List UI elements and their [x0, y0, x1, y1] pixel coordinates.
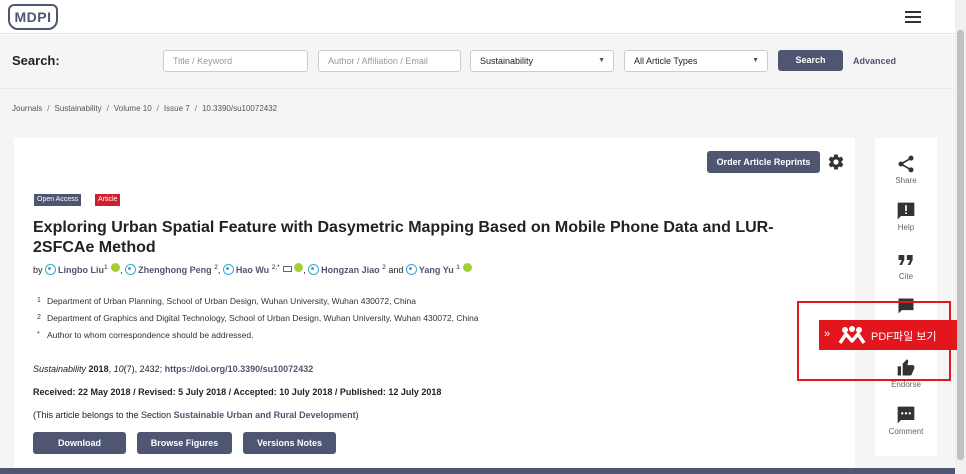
breadcrumb-separator: /: [194, 104, 197, 113]
section-note: (This article belongs to the Section Sus…: [33, 410, 359, 420]
search-button[interactable]: Search: [778, 50, 843, 71]
orcid-icon[interactable]: [463, 263, 473, 272]
browse-figures-button[interactable]: Browse Figures: [137, 432, 232, 454]
share-button[interactable]: Share: [875, 154, 937, 185]
pdf-viewer-logo-icon: [838, 326, 866, 344]
author-name[interactable]: Zhenghong Peng: [138, 265, 212, 275]
cite-button[interactable]: Cite: [875, 250, 937, 281]
site-header: MDPI: [0, 0, 955, 34]
author-affiliation-input[interactable]: [318, 50, 461, 72]
author-list: by Lingbo Liu1 , Zhenghong Peng 2, Hao W…: [33, 263, 473, 275]
author-3[interactable]: Hao Wu 2,*: [222, 263, 304, 275]
affiliation-text: Author to whom correspondence should be …: [47, 330, 254, 340]
share-icon: [898, 155, 914, 173]
author-1[interactable]: Lingbo Liu1: [45, 263, 121, 275]
person-icon: [308, 264, 320, 275]
cite-label: Cite: [898, 272, 914, 281]
share-label: Share: [895, 176, 917, 185]
help-icon: [897, 202, 915, 220]
breadcrumb: Journals / Sustainability / Volume 10 / Issue …: [0, 88, 955, 126]
citation-line: Sustainability 2018, 10(7), 2432; https:…: [33, 364, 314, 374]
author-name[interactable]: Hongzan Jiao: [321, 265, 380, 275]
breadcrumb-separator: /: [156, 104, 159, 113]
chevron-right-icon: »: [824, 328, 831, 340]
author-name[interactable]: Hao Wu: [236, 265, 269, 275]
affiliation-mark: 2: [37, 314, 41, 321]
bottom-bar: [0, 468, 955, 474]
author-sup: 1: [456, 264, 460, 271]
open-access-badge: Open Access: [34, 194, 82, 206]
article-type-badge: Article: [95, 194, 121, 206]
orcid-icon[interactable]: [111, 263, 121, 272]
versions-notes-button[interactable]: Versions Notes: [243, 432, 336, 454]
journal-select-value: Sustainability: [480, 56, 534, 66]
endorse-label: Endorse: [891, 380, 921, 389]
author-name[interactable]: Lingbo Liu: [58, 265, 104, 275]
comment-icon: [897, 406, 915, 424]
doi-link[interactable]: https://doi.org/10.3390/su10072432: [165, 364, 314, 374]
person-icon: [405, 264, 417, 275]
breadcrumb-issue[interactable]: Issue 7: [164, 104, 190, 113]
pdf-view-button[interactable]: » PDF파일 보기: [819, 320, 957, 350]
help-button[interactable]: Help: [875, 201, 937, 232]
title-keyword-input[interactable]: [163, 50, 308, 72]
order-reprints-button[interactable]: Order Article Reprints: [707, 151, 820, 173]
help-label: Help: [897, 223, 915, 232]
section-note-suffix: ): [355, 410, 359, 420]
chevron-down-icon: ▼: [598, 57, 605, 64]
breadcrumb-volume[interactable]: Volume 10: [114, 104, 152, 113]
download-button[interactable]: Download: [33, 432, 126, 454]
person-icon: [45, 264, 57, 275]
breadcrumb-separator: /: [47, 104, 50, 113]
advanced-search-link[interactable]: Advanced: [853, 56, 896, 66]
author-sup: 2,*: [271, 264, 280, 271]
breadcrumb-journal[interactable]: Sustainability: [54, 104, 101, 113]
mdpi-logo[interactable]: MDPI: [8, 4, 58, 30]
article-type-select[interactable]: All Article Types ▼: [624, 50, 768, 72]
affiliation-mark: 1: [37, 297, 41, 304]
citation-volume: 10: [113, 364, 124, 374]
article-title: Exploring Urban Spatial Feature with Das…: [33, 219, 774, 256]
section-link[interactable]: Sustainable Urban and Rural Development: [174, 410, 356, 420]
affiliation-text: Department of Graphics and Digital Techn…: [47, 313, 479, 323]
gear-icon[interactable]: [827, 153, 845, 171]
search-label: Search:: [12, 53, 60, 68]
breadcrumb-doi: 10.3390/su10072432: [201, 104, 278, 113]
citation-rest: (7), 2432;: [123, 364, 165, 374]
section-note-prefix: (This article belongs to the Section: [33, 410, 174, 420]
menu-icon[interactable]: [905, 11, 921, 23]
author-5[interactable]: Yang Yu 1: [405, 263, 473, 275]
orcid-icon[interactable]: [294, 263, 304, 272]
person-icon: [222, 264, 234, 275]
scrollbar-thumb[interactable]: [957, 30, 964, 460]
person-icon: [125, 264, 137, 275]
author-4[interactable]: Hongzan Jiao 2: [308, 264, 386, 275]
comment-label: Comment: [888, 427, 924, 436]
mail-icon[interactable]: [283, 266, 293, 272]
corresponding-note: * Author to whom correspondence should be…: [37, 330, 254, 340]
search-bar: Search: Sustainability ▼ All Article Typ…: [0, 35, 955, 88]
comment-button[interactable]: Comment: [875, 405, 937, 436]
affiliation-1: 1 Department of Urban Planning, School of…: [37, 296, 416, 306]
author-name[interactable]: Yang Yu: [419, 265, 454, 275]
author-separator: and: [385, 265, 406, 275]
affiliation-2: 2 Department of Graphics and Digital Tech…: [37, 313, 479, 323]
breadcrumb-journals[interactable]: Journals: [12, 104, 42, 113]
chevron-down-icon: ▼: [752, 57, 759, 64]
article-type-select-value: All Article Types: [634, 56, 698, 66]
by-label: by: [33, 265, 43, 275]
citation-journal: Sustainability: [33, 364, 87, 374]
affiliation-text: Department of Urban Planning, School of …: [47, 296, 417, 306]
affiliation-mark: *: [37, 331, 40, 338]
breadcrumb-separator: /: [106, 104, 109, 113]
author-2[interactable]: Zhenghong Peng 2: [125, 264, 218, 275]
citation-year: 2018: [88, 364, 109, 374]
pdf-view-label: PDF파일 보기: [871, 331, 937, 343]
quote-icon: [898, 255, 913, 265]
article-card: [14, 138, 855, 474]
journal-select[interactable]: Sustainability ▼: [470, 50, 614, 72]
article-dates: Received: 22 May 2018 / Revised: 5 July …: [33, 387, 442, 397]
author-sup: 1: [104, 264, 108, 271]
